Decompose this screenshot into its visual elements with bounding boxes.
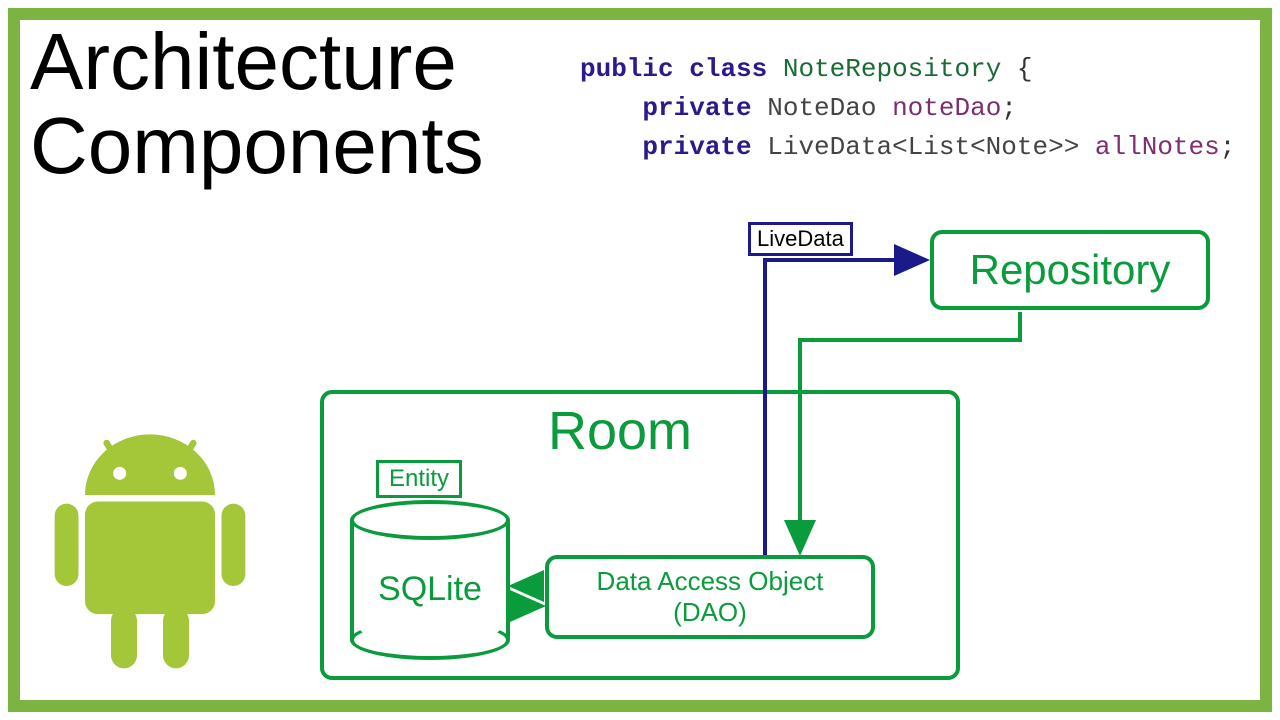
kw-private1: private bbox=[642, 93, 751, 123]
type-notedao: NoteDao bbox=[767, 93, 876, 123]
kw-private2: private bbox=[642, 132, 751, 162]
brace-open: { bbox=[1017, 54, 1033, 84]
android-icon bbox=[40, 430, 260, 690]
repository-label: Repository bbox=[970, 246, 1171, 294]
type-livedata: LiveData<List<Note>> bbox=[767, 132, 1079, 162]
field-allnotes: allNotes bbox=[1095, 132, 1220, 162]
title-line1: Architecture bbox=[30, 17, 457, 106]
code-snippet: public class NoteRepository { private No… bbox=[580, 50, 1235, 167]
field-notedao: noteDao bbox=[892, 93, 1001, 123]
main-title: Architecture Components bbox=[30, 20, 484, 188]
repository-box: Repository bbox=[930, 230, 1210, 310]
architecture-diagram: Room Repository LiveData Entity SQLite D… bbox=[300, 220, 1240, 690]
dao-line1: Data Access Object bbox=[597, 566, 824, 596]
title-line2: Components bbox=[30, 101, 484, 190]
semi2: ; bbox=[1220, 132, 1236, 162]
class-name: NoteRepository bbox=[783, 54, 1001, 84]
kw-class: class bbox=[689, 54, 767, 84]
sqlite-cylinder: SQLite bbox=[350, 500, 510, 660]
kw-public: public bbox=[580, 54, 674, 84]
semi1: ; bbox=[1001, 93, 1017, 123]
sqlite-label: SQLite bbox=[350, 570, 510, 609]
dao-box: Data Access Object (DAO) bbox=[545, 555, 875, 639]
dao-line2: (DAO) bbox=[673, 597, 747, 627]
room-label: Room bbox=[324, 400, 916, 462]
livedata-label: LiveData bbox=[748, 222, 853, 256]
entity-label: Entity bbox=[376, 460, 462, 498]
